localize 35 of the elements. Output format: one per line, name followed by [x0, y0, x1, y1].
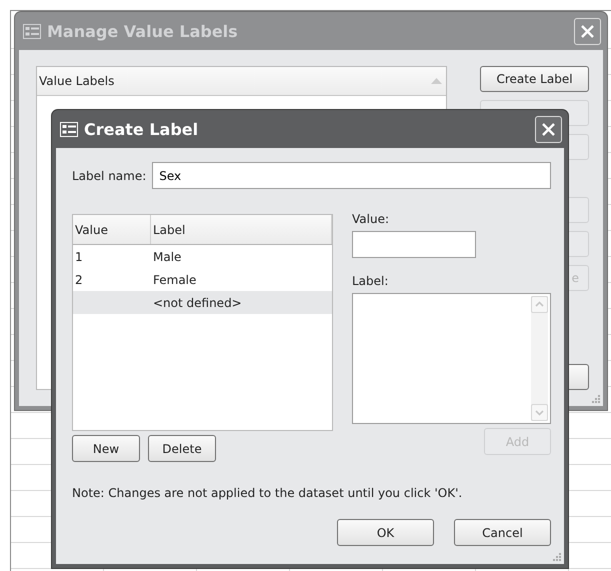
close-button[interactable]: [535, 116, 562, 142]
label-name-field[interactable]: Sex: [152, 162, 551, 189]
note-text: Note: Changes are not applied to the dataset until you click 'OK'.: [72, 486, 464, 500]
sort-arrow-icon: [431, 78, 442, 84]
close-button[interactable]: [574, 18, 601, 44]
table-cell-text: 2: [74, 272, 84, 286]
label-text-area[interactable]: [352, 293, 551, 424]
window-icon: [60, 122, 78, 136]
dialog-button[interactable]: Delete: [148, 435, 216, 462]
window-icon: [23, 24, 41, 38]
scroll-down-icon[interactable]: [531, 404, 548, 421]
table-cell-text: 1: [74, 250, 84, 264]
field-label: Label name:: [72, 168, 146, 182]
table-row[interactable]: <not defined>: [73, 291, 332, 314]
resize-grip-icon[interactable]: [591, 394, 601, 404]
scroll-up-icon[interactable]: [531, 296, 548, 313]
scroll-bar[interactable]: [531, 296, 548, 421]
dialog-button[interactable]: OK: [337, 519, 434, 546]
column-header[interactable]: Value: [73, 215, 151, 244]
dialog-title: Create Label: [84, 120, 200, 138]
dialog-button[interactable]: New: [72, 435, 140, 462]
table-cell-text: Female: [152, 272, 198, 286]
value-field[interactable]: [352, 231, 476, 258]
close-icon: [541, 122, 556, 136]
dialog-button[interactable]: Cancel: [454, 519, 551, 546]
table-cell-text: Male: [152, 250, 182, 264]
column-header[interactable]: Value Labels: [39, 74, 114, 88]
table-cell-text: <not defined>: [152, 296, 243, 310]
close-icon: [580, 24, 595, 38]
resize-grip-icon[interactable]: [552, 552, 562, 562]
dialog-button[interactable]: Create Label: [480, 66, 589, 92]
column-header[interactable]: Label: [151, 215, 332, 244]
field-label: Label:: [352, 274, 390, 288]
window-title: Manage Value Labels: [47, 22, 239, 40]
field-label: Value:: [352, 212, 390, 226]
